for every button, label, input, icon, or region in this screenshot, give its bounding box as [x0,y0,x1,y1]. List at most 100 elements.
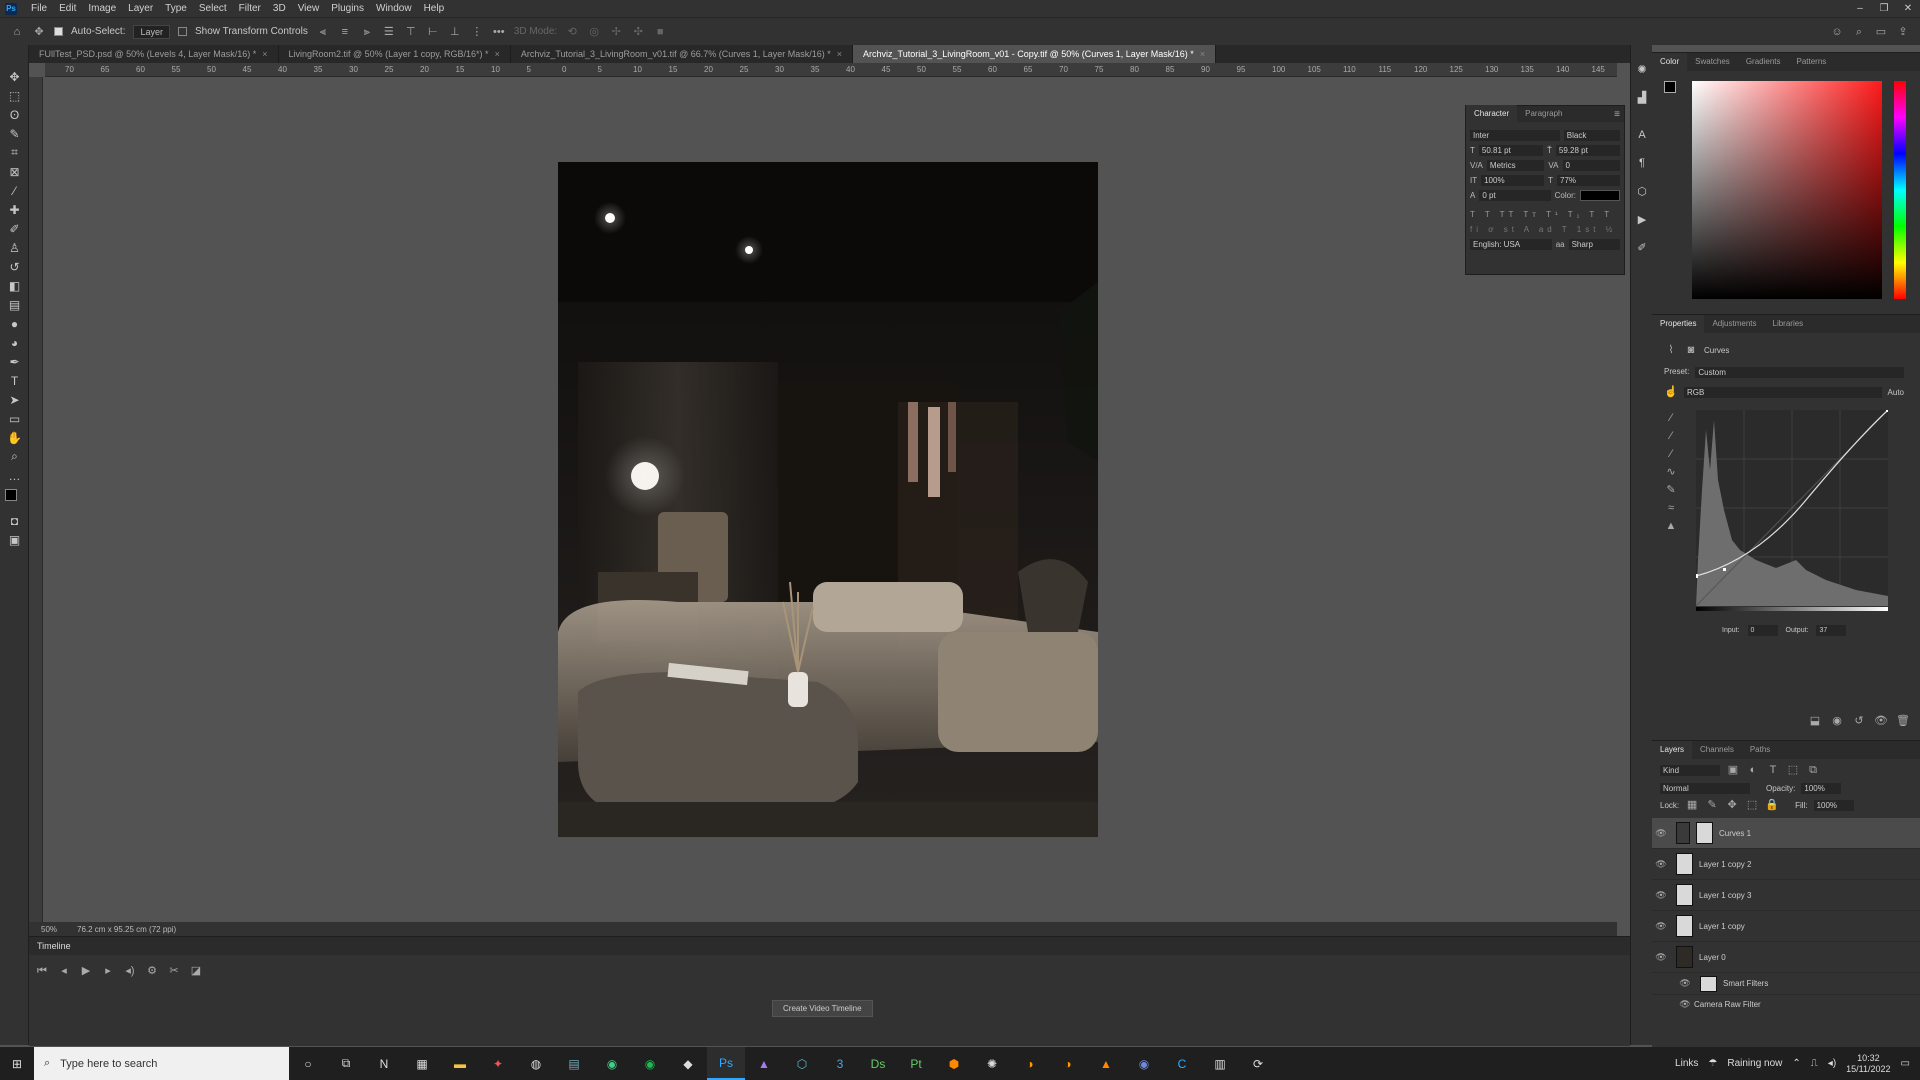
font-family-field[interactable]: Inter [1470,130,1560,141]
tab-gradients[interactable]: Gradients [1738,53,1789,71]
menu-file[interactable]: File [25,3,53,14]
volume-icon[interactable]: ◂) [1828,1058,1836,1069]
black-point-eyedropper-icon[interactable]: ⁄ [1664,411,1678,425]
substance-designer-icon[interactable]: Ds [859,1047,897,1080]
minimize-icon[interactable]: – [1848,0,1872,17]
camera-raw-filter-row[interactable]: 👁 Camera Raw Filter [1652,995,1920,1013]
photoshop-taskbar-icon[interactable]: Ps [707,1047,745,1080]
character-icon[interactable]: A [1631,121,1653,149]
3d-pan-icon[interactable]: ✢ [609,25,623,39]
align-middle-icon[interactable]: ⊢ [426,25,440,39]
align-left-icon[interactable]: ⫷ [316,25,330,39]
histogram-icon[interactable]: ▟ [1631,83,1653,111]
blend-mode-dropdown[interactable]: Normal [1660,783,1750,794]
close-icon[interactable]: ✕ [1896,0,1920,17]
3d-camera-icon[interactable]: ■ [653,25,667,39]
auto-select-target-dropdown[interactable]: Layer [133,24,170,39]
3d-roll-icon[interactable]: ◎ [587,25,601,39]
document-image[interactable] [558,162,1098,837]
file-explorer-icon[interactable]: ▬ [441,1047,479,1080]
menu-type[interactable]: Type [159,3,193,14]
smooth-icon[interactable]: ≈ [1664,501,1678,515]
network-icon[interactable]: ⎍ [1811,1058,1818,1069]
input-value[interactable]: 0 [1747,625,1778,636]
dodge-tool-icon[interactable]: ◕ [0,333,29,352]
leading-field[interactable]: 59.28 pt [1555,145,1620,156]
tab-patterns[interactable]: Patterns [1789,53,1835,71]
filter-smart-icon[interactable]: ⧉ [1806,763,1820,777]
opentype-buttons[interactable]: fi ơ st A ad T 1st ½ [1466,222,1624,237]
chrome-icon[interactable]: ◉ [593,1047,631,1080]
align-top-icon[interactable]: ⊤ [404,25,418,39]
tab-channels[interactable]: Channels [1692,741,1742,759]
menu-layer[interactable]: Layer [122,3,159,14]
clock[interactable]: 10:32 15/11/2022 [1846,1053,1890,1075]
crop-tool-icon[interactable]: ⌗ [0,143,29,162]
clone-stamp-tool-icon[interactable]: ♙ [0,238,29,257]
history-brush-tool-icon[interactable]: ↺ [0,257,29,276]
pen-tool-icon[interactable]: ✒ [0,352,29,371]
visibility-eye-icon[interactable]: 👁 [1676,999,1694,1010]
doc-tab[interactable]: LivingRoom2.tif @ 50% (Layer 1 copy, RGB… [279,45,511,63]
horizontal-scale-field[interactable]: 77% [1557,175,1620,186]
baseline-shift-field[interactable]: 0 pt [1479,190,1551,201]
quick-select-tool-icon[interactable]: ✎ [0,124,29,143]
menu-view[interactable]: View [292,3,326,14]
preset-dropdown[interactable]: Custom [1695,367,1904,378]
weather-status[interactable]: Raining now [1727,1058,1782,1069]
tab-paragraph[interactable]: Paragraph [1517,105,1570,123]
visibility-icon[interactable]: 👁 [1874,714,1888,728]
actions-icon[interactable]: ▶ [1631,205,1653,233]
foreground-swatch[interactable] [1664,81,1676,93]
workspace-icon[interactable]: ▭ [1874,25,1888,39]
split-icon[interactable]: ✂ [167,964,181,978]
move-tool-icon[interactable]: ✥ [0,67,29,86]
app-icon[interactable]: ⟳ [1239,1047,1277,1080]
layer-kind-filter[interactable]: Kind [1660,764,1720,776]
language-dropdown[interactable]: English: USA [1470,239,1552,250]
layer-mask-thumb[interactable] [1696,822,1713,844]
visibility-eye-icon[interactable]: 👁 [1652,921,1670,932]
restore-icon[interactable]: ❐ [1872,0,1896,17]
color-field[interactable] [1692,81,1882,299]
layer-row[interactable]: 👁 Layer 1 copy 3 [1652,880,1920,911]
path-select-tool-icon[interactable]: ➤ [0,390,29,409]
prev-frame-icon[interactable]: ◂ [57,964,71,978]
brush-settings-icon[interactable]: ✐ [1631,233,1653,261]
align-bottom-icon[interactable]: ⊥ [448,25,462,39]
app-icon[interactable]: ◑ [1011,1047,1049,1080]
close-tab-icon[interactable]: × [1200,49,1205,59]
tab-layers[interactable]: Layers [1652,741,1693,759]
close-tab-icon[interactable]: × [495,49,500,59]
create-video-timeline-button[interactable]: Create Video Timeline [772,1000,873,1017]
eyedropper-tool-icon[interactable]: ⁄ [0,181,29,200]
lock-artboard-icon[interactable]: ⬚ [1745,798,1759,812]
white-point-eyedropper-icon[interactable]: ⁄ [1664,447,1678,461]
discord-icon[interactable]: ◉ [1125,1047,1163,1080]
eraser-tool-icon[interactable]: ◧ [0,276,29,295]
pencil-draw-icon[interactable]: ✎ [1664,483,1678,497]
navigator-icon[interactable]: ✺ [1631,55,1653,83]
foreground-color-swatch[interactable] [5,489,17,501]
transform-controls-checkbox[interactable] [178,27,187,36]
layer-row[interactable]: 👁 Curves 1 [1652,818,1920,849]
more-options-icon[interactable]: ••• [492,25,506,39]
reset-icon[interactable]: ↺ [1852,714,1866,728]
lock-position-icon[interactable]: ✥ [1725,798,1739,812]
output-value[interactable]: 37 [1816,625,1847,636]
substance-painter-icon[interactable]: Pt [897,1047,935,1080]
doc-tab-active[interactable]: Archviz_Tutorial_3_LivingRoom_v01 - Copy… [853,45,1217,63]
marquee-tool-icon[interactable]: ⬚ [0,86,29,105]
filter-shape-icon[interactable]: ⬚ [1786,763,1800,777]
lock-pixels-icon[interactable]: ✎ [1705,798,1719,812]
clipping-warning-icon[interactable]: ▲ [1664,519,1678,533]
tab-paths[interactable]: Paths [1742,741,1778,759]
type-style-buttons[interactable]: T T TT Tт T¹ T₁ T T [1466,207,1624,222]
tracking-field[interactable]: 0 [1562,160,1621,171]
kerning-field[interactable]: Metrics [1486,160,1545,171]
smart-filters-row[interactable]: 👁 Smart Filters [1652,973,1920,995]
app-icon[interactable]: ⬡ [783,1047,821,1080]
mask-icon[interactable]: ◙ [1684,343,1698,357]
layer-row[interactable]: 👁 Layer 1 copy 2 [1652,849,1920,880]
type-tool-icon[interactable]: T [0,371,29,390]
